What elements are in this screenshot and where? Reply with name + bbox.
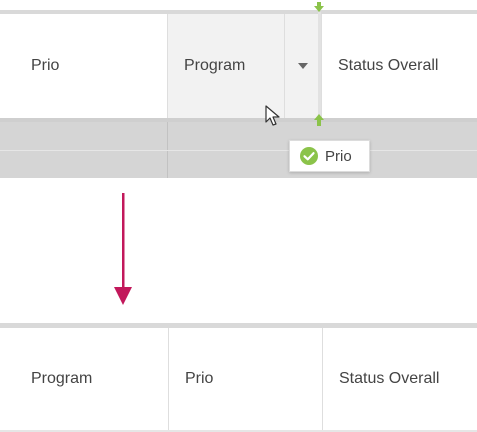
column-header-label: Status Overall [338, 57, 439, 74]
drop-indicator-arrow-down-icon [314, 2, 324, 12]
drag-ghost[interactable]: Prio [289, 140, 370, 172]
column-header-label: Program [31, 370, 93, 387]
grid-after: Program Prio Status Overall [0, 323, 477, 432]
column-header-label: Prio [31, 57, 60, 74]
check-circle-icon [300, 147, 318, 165]
chevron-down-icon [298, 63, 308, 69]
column-header-label: Prio [185, 370, 214, 387]
column-divider [167, 122, 168, 150]
column-header-status-overall[interactable]: Status Overall [321, 14, 477, 118]
column-divider [167, 151, 168, 178]
column-header-label: Program [184, 57, 246, 74]
drop-indicator-line [318, 12, 321, 122]
header-row-before: Prio Program Status Overall [0, 14, 477, 118]
drop-indicator-arrow-up-icon [314, 114, 324, 126]
column-header-program[interactable]: Program [0, 328, 168, 430]
arrow-down-icon [114, 193, 132, 305]
column-header-prio[interactable]: Prio [0, 14, 167, 118]
drag-ghost-label: Prio [325, 147, 352, 165]
column-header-program[interactable]: Program [167, 14, 284, 118]
column-header-prio[interactable]: Prio [168, 328, 322, 430]
column-menu-button[interactable] [284, 14, 321, 118]
table-row[interactable] [0, 151, 477, 178]
column-header-label: Status Overall [339, 370, 440, 387]
mouse-pointer-icon [265, 105, 280, 126]
column-header-status-overall[interactable]: Status Overall [322, 328, 477, 430]
header-row-after: Program Prio Status Overall [0, 328, 477, 430]
grid-before: Prio Program Status Overall Prio [0, 2, 477, 178]
table-row[interactable] [0, 122, 477, 150]
